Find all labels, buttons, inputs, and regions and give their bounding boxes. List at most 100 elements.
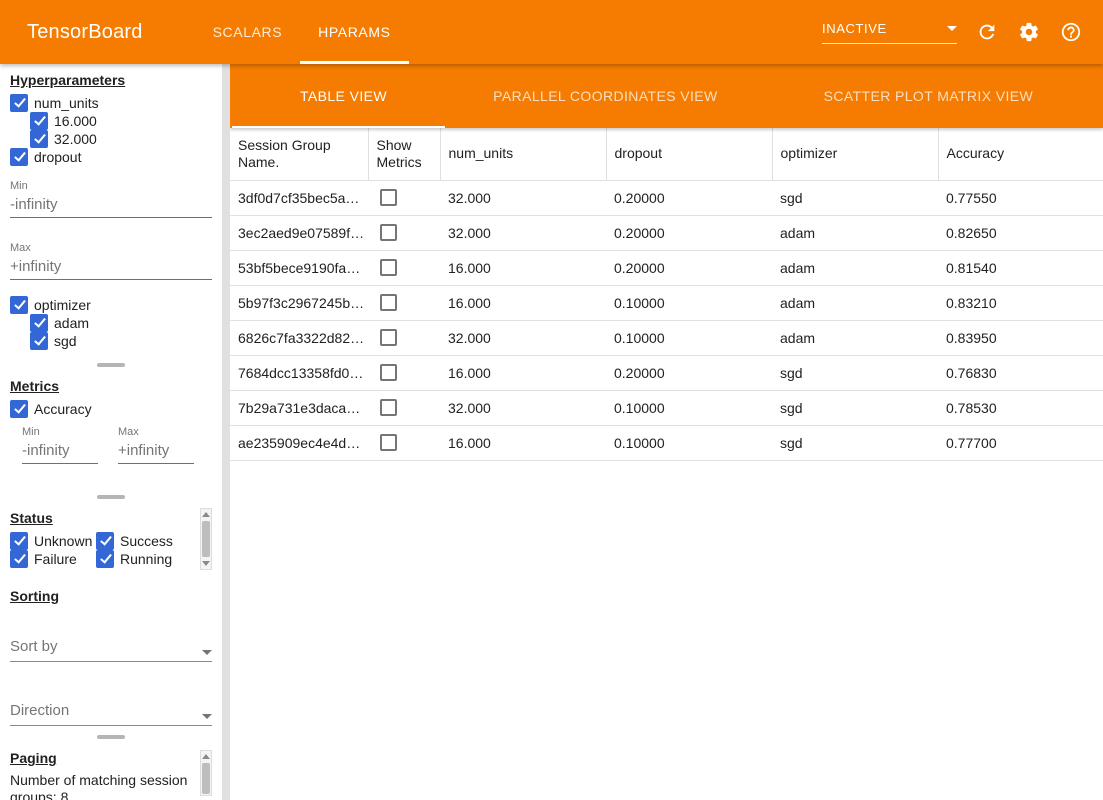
table-row[interactable]: ae235909ec4e4d… 16.000 0.10000 sgd 0.777… (230, 425, 1103, 460)
hparam-dropout[interactable]: dropout (10, 148, 212, 166)
scrollbar-thumb[interactable] (202, 763, 210, 794)
show-metrics-checkbox[interactable] (380, 434, 397, 451)
table-row[interactable]: 6826c7fa3322d82… 32.000 0.10000 adam 0.8… (230, 320, 1103, 355)
scroll-down-icon[interactable] (202, 561, 210, 566)
value-32-checkbox[interactable] (30, 130, 48, 148)
show-metrics-cell (368, 285, 440, 320)
session-group-name: 7b29a731e3daca… (230, 390, 368, 425)
table-body: 3df0d7cf35bec5a… 32.000 0.20000 sgd 0.77… (230, 180, 1103, 460)
tab-parallel-coordinates-view[interactable]: PARALLEL COORDINATES VIEW (457, 64, 754, 128)
show-metrics-checkbox[interactable] (380, 259, 397, 276)
status-unknown[interactable]: Unknown (10, 532, 96, 550)
accuracy-max-input[interactable]: +infinity (118, 440, 194, 464)
pane-resize-handle[interactable] (0, 492, 222, 502)
failure-checkbox[interactable] (10, 550, 28, 568)
optimizer-checkbox[interactable] (10, 296, 28, 314)
optimizer-value-sgd[interactable]: sgd (10, 332, 212, 350)
page-content: Hyperparameters num_units 16.000 32.000 … (0, 64, 1103, 800)
success-checkbox[interactable] (96, 532, 114, 550)
paging-scrollbar[interactable] (200, 750, 212, 796)
pane-resize-handle[interactable] (0, 732, 222, 742)
dropout-min-input[interactable]: -infinity (10, 194, 212, 218)
value-16-label: 16.000 (54, 113, 97, 129)
paging-heading: Paging (10, 750, 212, 766)
session-group-name: 5b97f3c2967245b… (230, 285, 368, 320)
sgd-checkbox[interactable] (30, 332, 48, 350)
tab-table-view[interactable]: TABLE VIEW (230, 64, 457, 128)
reload-interval-select[interactable]: INACTIVE (822, 21, 957, 44)
accuracy-value: 0.76830 (938, 355, 1103, 390)
hyperparameters-heading: Hyperparameters (10, 72, 212, 88)
accuracy-value: 0.78530 (938, 390, 1103, 425)
status-running[interactable]: Running (96, 550, 212, 568)
running-checkbox[interactable] (96, 550, 114, 568)
num-units-value-16[interactable]: 16.000 (10, 112, 212, 130)
col-dropout[interactable]: dropout (606, 128, 772, 180)
tab-hparams[interactable]: HPARAMS (300, 0, 408, 64)
show-metrics-checkbox[interactable] (380, 364, 397, 381)
scroll-up-icon[interactable] (202, 754, 210, 759)
dropout-value: 0.10000 (606, 390, 772, 425)
direction-select[interactable]: Direction (10, 702, 212, 726)
adam-checkbox[interactable] (30, 314, 48, 332)
show-metrics-checkbox[interactable] (380, 189, 397, 206)
optimizer-value-adam[interactable]: adam (10, 314, 212, 332)
session-group-name: 7684dcc13358fd0… (230, 355, 368, 390)
accuracy-checkbox[interactable] (10, 400, 28, 418)
table-row[interactable]: 3ec2aed9e07589f… 32.000 0.20000 adam 0.8… (230, 215, 1103, 250)
scroll-up-icon[interactable] (202, 512, 210, 517)
scrollbar-thumb[interactable] (202, 521, 210, 557)
table-row[interactable]: 53bf5bece9190fa… 16.000 0.20000 adam 0.8… (230, 250, 1103, 285)
unknown-checkbox[interactable] (10, 532, 28, 550)
accuracy-value: 0.77700 (938, 425, 1103, 460)
accuracy-min-input[interactable]: -infinity (22, 440, 98, 464)
plugin-tabs: SCALARS HPARAMS (195, 0, 409, 64)
success-label: Success (120, 533, 173, 549)
tab-scalars[interactable]: SCALARS (195, 0, 301, 64)
num-units-label: num_units (34, 95, 99, 111)
status-success[interactable]: Success (96, 532, 212, 550)
session-group-name: 3ec2aed9e07589f… (230, 215, 368, 250)
show-metrics-cell (368, 355, 440, 390)
help-button[interactable] (1059, 20, 1083, 44)
refresh-button[interactable] (975, 20, 999, 44)
dropout-checkbox[interactable] (10, 148, 28, 166)
show-metrics-cell (368, 215, 440, 250)
settings-button[interactable] (1017, 20, 1041, 44)
num-units-checkbox[interactable] (10, 94, 28, 112)
metric-accuracy[interactable]: Accuracy (10, 400, 212, 418)
hparam-optimizer[interactable]: optimizer (10, 296, 212, 314)
table-row[interactable]: 3df0d7cf35bec5a… 32.000 0.20000 sgd 0.77… (230, 180, 1103, 215)
value-16-checkbox[interactable] (30, 112, 48, 130)
pane-resize-handle[interactable] (0, 360, 222, 370)
sort-by-select[interactable]: Sort by (10, 638, 212, 662)
chevron-down-icon (947, 26, 957, 31)
sorting-heading: Sorting (10, 588, 212, 604)
show-metrics-checkbox[interactable] (380, 294, 397, 311)
show-metrics-checkbox[interactable] (380, 224, 397, 241)
show-metrics-checkbox[interactable] (380, 329, 397, 346)
optimizer-value: sgd (772, 390, 938, 425)
status-failure[interactable]: Failure (10, 550, 96, 568)
status-scrollbar[interactable] (200, 508, 212, 570)
col-optimizer[interactable]: optimizer (772, 128, 938, 180)
table-row[interactable]: 7b29a731e3daca… 32.000 0.10000 sgd 0.785… (230, 390, 1103, 425)
optimizer-value: sgd (772, 425, 938, 460)
optimizer-value: adam (772, 250, 938, 285)
hparam-num-units[interactable]: num_units (10, 94, 212, 112)
col-show-metrics[interactable]: Show Metrics (368, 128, 440, 180)
matching-groups-count: Number of matching session groups: 8 (10, 772, 195, 800)
col-session-group-name[interactable]: Session Group Name. (230, 128, 368, 180)
table-row[interactable]: 7684dcc13358fd0… 16.000 0.20000 sgd 0.76… (230, 355, 1103, 390)
show-metrics-checkbox[interactable] (380, 399, 397, 416)
tab-scatter-plot-matrix-view[interactable]: SCATTER PLOT MATRIX VIEW (754, 64, 1103, 128)
show-metrics-cell (368, 180, 440, 215)
failure-label: Failure (34, 551, 77, 567)
num-units-value-32[interactable]: 32.000 (10, 130, 212, 148)
table-row[interactable]: 5b97f3c2967245b… 16.000 0.10000 adam 0.8… (230, 285, 1103, 320)
col-num-units[interactable]: num_units (440, 128, 606, 180)
dropout-max-input[interactable]: +infinity (10, 256, 212, 280)
col-accuracy[interactable]: Accuracy (938, 128, 1103, 180)
hyperparameters-pane: Hyperparameters num_units 16.000 32.000 … (0, 64, 222, 360)
running-label: Running (120, 551, 172, 567)
